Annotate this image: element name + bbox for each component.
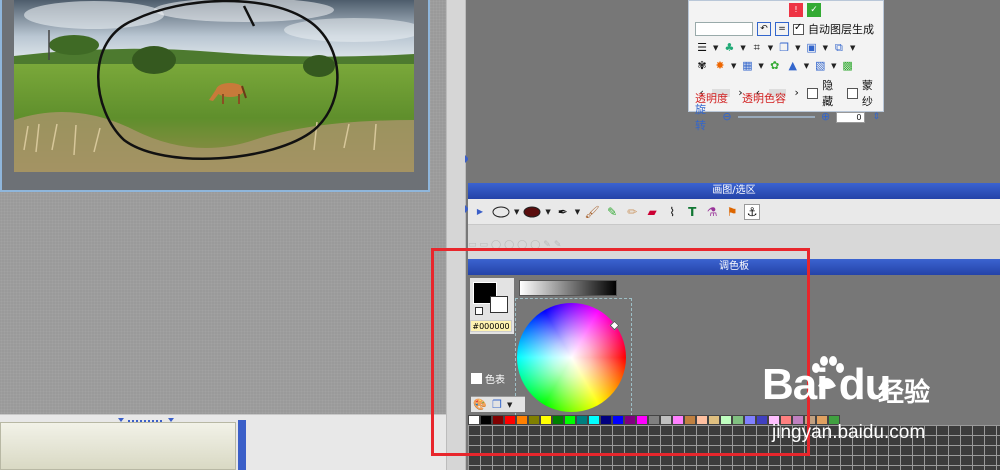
pixel-label: 色表 [485,375,505,386]
image-canvas-frame [0,0,430,192]
shape-icon[interactable]: ▲ [786,59,800,73]
export-icon[interactable]: ▩ [841,59,855,73]
watermark-url: jingyan.baidu.com [772,422,926,443]
paint-brush-icon[interactable]: ⌇ [664,204,680,220]
tree-icon[interactable]: ♣ [722,41,736,55]
draw-panel-title: 画图/选区 [468,183,1000,199]
marker-icon[interactable]: ✎ [604,204,620,220]
undo-icon[interactable]: ↶ [757,22,771,36]
grayscale-slider[interactable] [519,280,617,296]
rotate-row: 旋转 ⊖ ⊕ 0 ⇕ [695,101,883,133]
palette-swatch[interactable] [504,415,516,425]
draw-toolbar: ▶ ▼ ▼ ✒ ▼ 🖌 ✎ ✏ ▰ ⌇ T ⚗ ⚑ ⚓ [468,199,1000,225]
baidu-jingyan-watermark: Bai du 经验 jingyan.baidu.com [762,356,998,470]
auto-layer-label: 自动图层生成 [808,23,874,36]
equal-icon[interactable]: = [775,22,789,36]
leaf-icon[interactable]: ✿ [768,59,782,73]
landscape-photo[interactable] [14,0,414,172]
rotate-label: 旋转 [695,103,706,132]
copy-icon[interactable]: ❐ [777,41,791,55]
filter-icon[interactable]: ✾ [695,59,709,73]
brush-icon[interactable]: 🖌 [584,204,600,220]
canvas-area [0,0,462,470]
color-wheel[interactable] [517,303,626,412]
check-icon[interactable]: ✓ [807,3,821,17]
ellipse-tool-icon[interactable] [492,204,510,220]
palette-swatch[interactable] [744,415,756,425]
background-color[interactable] [490,296,508,313]
draw-options-faded-icons: ▭▭◯◯◯◯✎✎ [468,240,565,250]
crop-icon[interactable]: ⌗ [750,41,764,55]
palette-swatch[interactable] [708,415,720,425]
grid-icon[interactable]: ▦ [740,59,754,73]
dropper-icon[interactable]: ⚗ [704,204,720,220]
palette-swatch[interactable] [720,415,732,425]
palette-swatch[interactable] [492,415,504,425]
palette-swatch[interactable] [576,415,588,425]
hex-color-value[interactable]: #000000 [470,320,512,332]
image-icon[interactable]: ▧ [813,59,827,73]
palette-swatch[interactable] [732,415,744,425]
palette-swatch[interactable] [672,415,684,425]
horizontal-splitter-handle[interactable] [118,414,178,422]
palette-swatch[interactable] [528,415,540,425]
effect-icon[interactable]: ✸ [713,59,727,73]
spin-icon[interactable]: ⇕ [869,110,883,124]
layer-status-icons: ! ✓ [789,3,821,17]
palette-swatch[interactable] [648,415,660,425]
toolbar-arrow-icon[interactable]: ▶ [472,204,488,220]
palette-swatch[interactable] [660,415,672,425]
palette-swatch[interactable] [516,415,528,425]
layer-name-input[interactable] [695,22,753,36]
chevron-right-icon[interactable]: › [790,86,803,100]
pixel-option: 色表 [471,371,505,386]
stamp-icon[interactable]: ⚑ [724,204,740,220]
thumbnail-panel[interactable] [0,422,236,470]
palette-icon[interactable]: 🎨 [473,398,487,412]
rotate-slider[interactable] [737,116,815,118]
layer-toolbar-row-1: ☰ ▼ ♣ ▼ ⌗ ▼ ❐ ▼ ▣ ▼ ⧉ ▼ [695,41,855,55]
eraser-icon[interactable]: ▰ [644,204,660,220]
palette-swatch[interactable] [552,415,564,425]
warning-icon[interactable]: ! [789,3,803,17]
color-fill-icon[interactable] [523,204,541,220]
palette-swatch[interactable] [480,415,492,425]
palette-swatch[interactable] [588,415,600,425]
rotate-value-input[interactable]: 0 [836,111,866,123]
palette-swatch[interactable] [612,415,624,425]
thumbnail-scrollbar[interactable] [238,420,246,470]
plus-icon[interactable]: ⊕ [819,110,833,124]
palette-swatch[interactable] [624,415,636,425]
paw-icon [812,356,844,389]
palette-tools: 🎨 ❐ ▼ [471,396,525,412]
palette-swatch[interactable] [636,415,648,425]
align-icon[interactable]: ☰ [695,41,709,55]
copy-palette-icon[interactable]: ❐ [490,398,504,412]
auto-layer-checkbox[interactable] [793,22,804,35]
layer-toolbar-row-2: ✾ ✸ ▼ ▦ ▼ ✿ ▲ ▼ ▧ ▼ ▩ [695,59,855,73]
vertical-splitter[interactable] [446,0,469,470]
watermark-brand: 经验 [878,378,931,408]
group-icon[interactable]: ⧉ [832,41,846,55]
layer-icon[interactable]: ▣ [805,41,819,55]
mask-checkbox[interactable] [847,87,858,99]
palette-swatch[interactable] [564,415,576,425]
palette-swatch[interactable] [684,415,696,425]
hide-checkbox[interactable] [807,87,819,99]
minus-icon[interactable]: ⊖ [720,110,734,124]
palette-swatch[interactable] [696,415,708,425]
pencil-icon[interactable]: ✏ [624,204,640,220]
layer-name-row: ↶ = 自动图层生成 [695,21,874,37]
text-tool-icon[interactable]: T [684,204,700,220]
pen-icon[interactable]: ✒ [555,204,571,220]
pixel-checkbox[interactable] [471,373,482,384]
palette-swatch[interactable] [540,415,552,425]
palette-swatch[interactable] [600,415,612,425]
layer-properties-panel: ! ✓ ↶ = 自动图层生成 ☰▼ ♣▼ ⌗▼ ❐▼ ▣▼ ⧉▼ ✾ ✸▼ ▦▼… [688,0,884,132]
anchor-icon[interactable]: ⚓ [744,203,761,220]
reset-colors-icon[interactable] [475,307,483,315]
palette-panel-title: 调色板 [468,259,1000,275]
palette-swatch[interactable] [468,415,480,425]
